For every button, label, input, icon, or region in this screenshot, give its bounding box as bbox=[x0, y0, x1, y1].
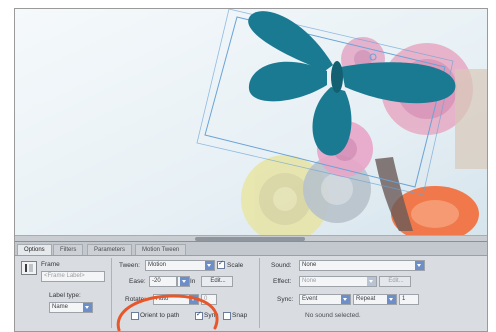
tab-options[interactable]: Options bbox=[17, 244, 52, 255]
label-type-label: Label type: bbox=[49, 292, 81, 299]
tab-filters[interactable]: Filters bbox=[53, 244, 84, 255]
stage-artwork bbox=[15, 9, 487, 237]
ease-label: Ease: bbox=[129, 278, 146, 285]
sync-select-label: Sync: bbox=[277, 296, 294, 303]
sync-value: Event bbox=[302, 296, 318, 302]
chevron-down-icon bbox=[367, 277, 376, 286]
chevron-down-icon bbox=[415, 261, 424, 270]
frame-icon bbox=[21, 261, 37, 275]
effect-select[interactable]: None bbox=[299, 276, 377, 287]
edit-ease-button[interactable]: Edit... bbox=[201, 276, 233, 287]
scale-checkbox[interactable] bbox=[217, 259, 225, 269]
tween-label: Tween: bbox=[119, 262, 140, 269]
stage-canvas[interactable] bbox=[15, 9, 487, 237]
sound-label: Sound: bbox=[271, 262, 292, 269]
ease-slider-button[interactable] bbox=[177, 276, 190, 287]
frame-label-field[interactable]: <Frame Label> bbox=[41, 271, 105, 282]
panel-tab-strip: Options Filters Parameters Motion Tween bbox=[15, 242, 487, 256]
sound-value: None bbox=[302, 262, 317, 268]
tween-value: Motion bbox=[148, 262, 167, 268]
chevron-down-icon bbox=[341, 295, 350, 304]
label-type-select[interactable]: Name bbox=[49, 302, 93, 313]
chevron-down-icon bbox=[387, 295, 396, 304]
tween-select[interactable]: Motion bbox=[145, 260, 215, 271]
chevron-down-icon bbox=[83, 303, 92, 312]
effect-value: None bbox=[302, 278, 317, 284]
application-window: Options Filters Parameters Motion Tween … bbox=[14, 8, 488, 332]
sync-select[interactable]: Event bbox=[299, 294, 351, 305]
properties-panel: Options Filters Parameters Motion Tween … bbox=[15, 241, 487, 331]
sound-status-text: No sound selected. bbox=[305, 312, 361, 319]
edit-effect-button[interactable]: Edit... bbox=[379, 276, 411, 287]
divider bbox=[259, 258, 260, 328]
chevron-down-icon bbox=[180, 277, 189, 286]
chevron-down-icon bbox=[205, 261, 214, 270]
ease-input[interactable]: -20 bbox=[149, 276, 177, 287]
sound-select[interactable]: None bbox=[299, 260, 425, 271]
tab-parameters[interactable]: Parameters bbox=[87, 244, 133, 255]
ease-unit-label: In bbox=[190, 278, 196, 285]
highlight-circle-annotation bbox=[116, 294, 219, 331]
repeat-select[interactable]: Repeat bbox=[353, 294, 397, 305]
label-type-value: Name bbox=[52, 304, 69, 310]
effect-label: Effect: bbox=[273, 278, 292, 285]
repeat-count-input[interactable]: 1 bbox=[399, 294, 419, 305]
tab-motion-tween[interactable]: Motion Tween bbox=[135, 244, 187, 255]
scale-label: Scale bbox=[227, 262, 244, 269]
snap-label: Snap bbox=[232, 312, 248, 319]
repeat-value: Repeat bbox=[356, 296, 376, 302]
instance-type-label: Frame bbox=[41, 261, 60, 268]
